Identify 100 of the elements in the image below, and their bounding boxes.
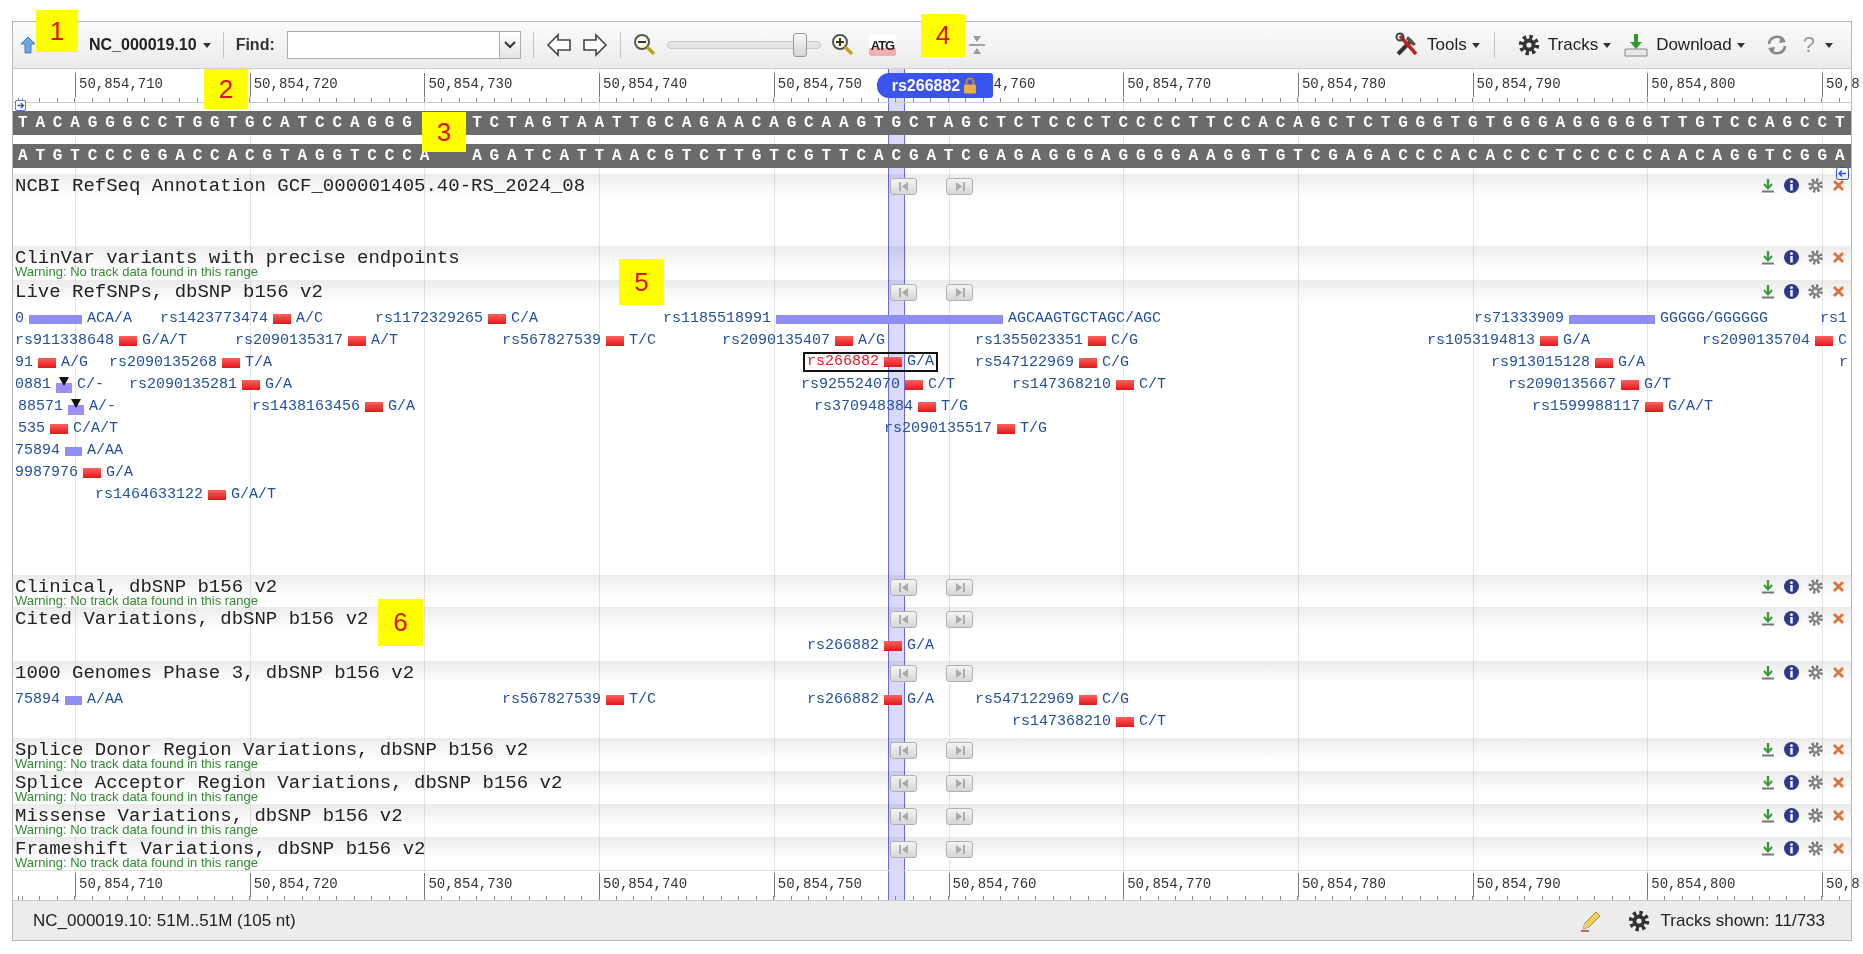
info-icon[interactable] <box>1784 775 1799 790</box>
variant-label[interactable]: rs2090135317 <box>235 332 344 350</box>
download-icon[interactable] <box>1761 775 1775 790</box>
variant-label[interactable]: 0881 <box>15 376 51 394</box>
deletion-icon[interactable] <box>68 398 84 416</box>
variant-label[interactable]: 75894 <box>15 691 60 709</box>
variant-label[interactable]: rs2090135268 <box>109 354 218 372</box>
variant-bar[interactable] <box>348 336 367 346</box>
close-icon[interactable] <box>1832 842 1845 855</box>
variant-bar[interactable] <box>606 336 625 346</box>
close-icon[interactable] <box>1832 285 1845 298</box>
right-arrow-icon[interactable] <box>581 33 608 57</box>
close-icon[interactable] <box>1832 743 1845 756</box>
left-arrow-icon[interactable] <box>545 33 572 57</box>
close-icon[interactable] <box>1832 580 1845 593</box>
download-icon[interactable] <box>1761 611 1775 626</box>
variant-label[interactable]: rs266882 <box>807 353 879 371</box>
variant-label[interactable]: 9987976 <box>15 464 78 482</box>
variant-bar[interactable] <box>488 314 507 324</box>
variant-label[interactable]: rs147368210 <box>1012 713 1112 731</box>
indel-bar[interactable] <box>776 314 1004 324</box>
info-icon[interactable] <box>1784 742 1799 757</box>
close-icon[interactable] <box>1832 666 1845 679</box>
download-icon[interactable] <box>1761 579 1775 594</box>
variant-marker[interactable]: rs266882 <box>876 73 993 98</box>
variant-bar[interactable] <box>1815 336 1834 346</box>
toolbar-menu-button[interactable]: Tools <box>1394 32 1482 58</box>
variant-bar[interactable] <box>918 402 937 412</box>
variant-label[interactable]: rs2090135281 <box>129 376 238 394</box>
variant-bar[interactable] <box>606 695 625 705</box>
info-icon[interactable] <box>1784 178 1799 193</box>
variant-label[interactable]: rs567827539 <box>502 332 602 350</box>
variant-label[interactable]: rs266882 <box>807 691 879 709</box>
variant-label[interactable]: rs547122969 <box>975 691 1075 709</box>
info-icon[interactable] <box>1784 284 1799 299</box>
info-icon[interactable] <box>1784 611 1799 626</box>
variant-bar[interactable] <box>1079 695 1098 705</box>
close-icon[interactable] <box>1832 809 1845 822</box>
variant-label[interactable]: rs1053194813 <box>1427 332 1536 350</box>
variant-bar[interactable] <box>119 336 138 346</box>
variant-label[interactable]: rs1464633122 <box>95 486 204 504</box>
sequence-dropdown[interactable]: NC_000019.10 <box>89 36 211 54</box>
strand-icon[interactable] <box>15 100 26 111</box>
variant-label[interactable]: 75894 <box>15 442 60 460</box>
variant-label[interactable]: rs1185518991 <box>663 310 772 328</box>
variant-label[interactable]: 91 <box>15 354 33 372</box>
back-arrow-icon[interactable] <box>19 35 37 55</box>
strand-icon[interactable] <box>1836 167 1849 180</box>
variant-bar[interactable] <box>1540 336 1559 346</box>
zoom-in-icon[interactable] <box>830 33 855 57</box>
variant-bar[interactable] <box>835 336 854 346</box>
close-icon[interactable] <box>1832 776 1845 789</box>
selection-outline[interactable]: rs266882 G/A <box>803 352 939 372</box>
indel-bar[interactable] <box>65 695 82 705</box>
find-field[interactable] <box>286 31 499 59</box>
info-icon[interactable] <box>1784 665 1799 680</box>
variant-label[interactable]: rs913015128 <box>1491 354 1591 372</box>
variant-label[interactable]: rs1172329265 <box>375 310 484 328</box>
zoom-out-icon[interactable] <box>632 33 657 57</box>
download-icon[interactable] <box>1761 250 1775 265</box>
variant-label[interactable]: rs71333909 <box>1474 310 1564 328</box>
variant-label[interactable]: rs911338648 <box>15 332 115 350</box>
gear-icon[interactable] <box>1626 908 1651 933</box>
toolbar-menu-button[interactable]: Download <box>1623 32 1747 58</box>
variant-label[interactable]: rs2090135407 <box>722 332 831 350</box>
variant-bar[interactable] <box>365 402 384 412</box>
variant-bar[interactable] <box>1645 402 1664 412</box>
close-icon[interactable] <box>1832 612 1845 625</box>
variant-bar[interactable] <box>208 490 227 500</box>
variant-label[interactable]: 88571 <box>18 398 63 416</box>
info-icon[interactable] <box>1784 579 1799 594</box>
variant-label[interactable]: rs266882 <box>807 637 879 655</box>
variant-bar[interactable] <box>905 380 924 390</box>
download-icon[interactable] <box>1761 284 1775 299</box>
indel-bar[interactable] <box>65 446 82 456</box>
download-icon[interactable] <box>1761 841 1775 856</box>
variant-bar[interactable] <box>1088 336 1107 346</box>
collapse-icon[interactable] <box>968 34 987 56</box>
info-icon[interactable] <box>1784 808 1799 823</box>
info-icon[interactable] <box>1784 841 1799 856</box>
variant-bar[interactable] <box>222 358 241 368</box>
info-icon[interactable] <box>1784 250 1799 265</box>
close-icon[interactable] <box>1832 251 1845 264</box>
variant-bar[interactable] <box>997 424 1016 434</box>
variant-label[interactable]: 0 <box>15 310 24 328</box>
variant-bar[interactable] <box>242 380 261 390</box>
variant-label[interactable]: rs1423773474 <box>160 310 269 328</box>
variant-label[interactable]: rs1 <box>1820 310 1847 328</box>
download-icon[interactable] <box>1761 808 1775 823</box>
deletion-icon[interactable] <box>56 376 72 394</box>
download-icon[interactable] <box>1761 665 1775 680</box>
slider-thumb[interactable] <box>792 33 807 57</box>
variant-label[interactable]: rs2090135704 <box>1702 332 1811 350</box>
download-icon[interactable] <box>1761 178 1775 193</box>
sequence-view-button[interactable]: ATG <box>868 34 897 56</box>
variant-bar[interactable] <box>1116 380 1135 390</box>
zoom-slider[interactable] <box>666 33 821 57</box>
variant-label[interactable]: 535 <box>18 420 45 438</box>
variant-label[interactable]: rs567827539 <box>502 691 602 709</box>
variant-label[interactable]: rs2090135667 <box>1508 376 1617 394</box>
